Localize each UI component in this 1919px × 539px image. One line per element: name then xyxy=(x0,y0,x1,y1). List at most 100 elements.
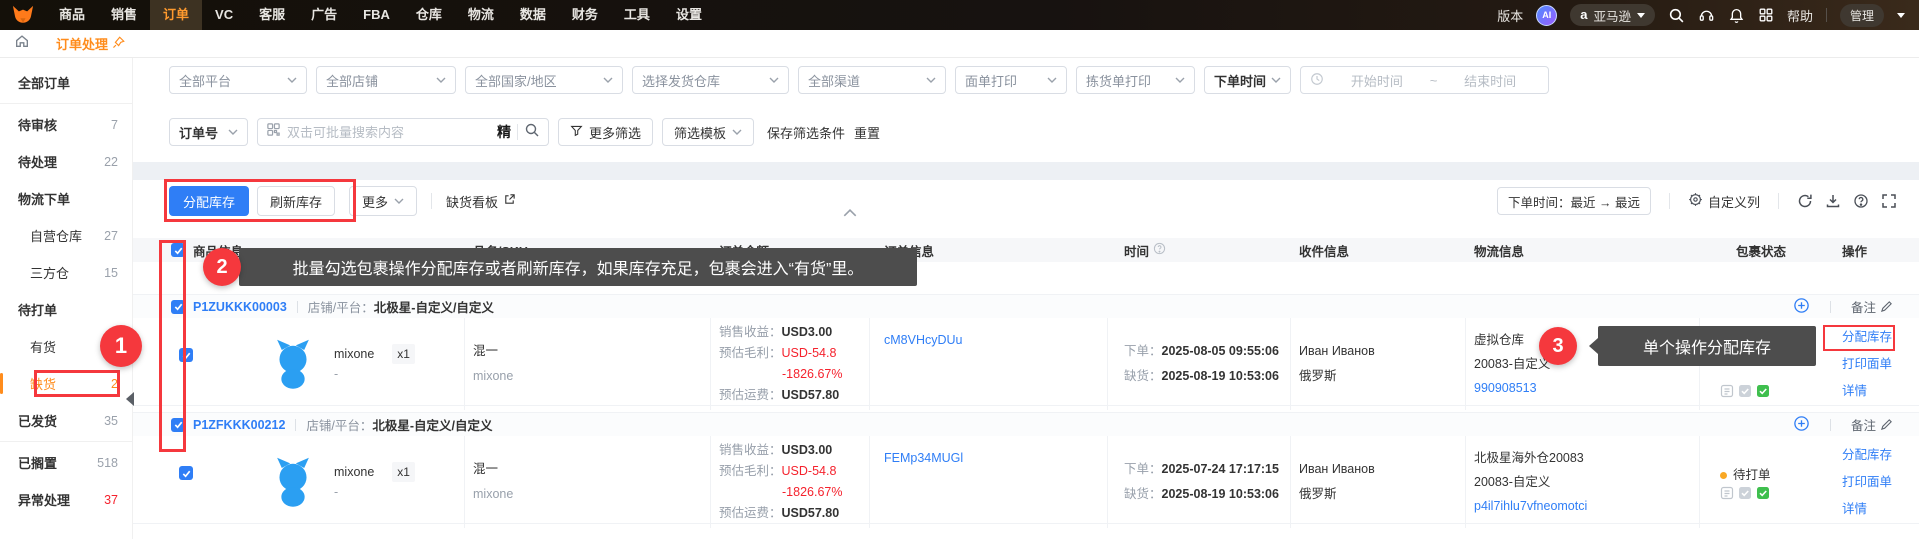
save-filter-button[interactable]: 保存筛选条件 xyxy=(767,123,845,142)
nav-item-products[interactable]: 商品 xyxy=(46,0,98,30)
row-checkbox[interactable] xyxy=(179,466,193,480)
notifications-bell-icon[interactable] xyxy=(1728,7,1745,24)
green-check-icon xyxy=(1757,487,1769,499)
sidebar-item-pending-process[interactable]: 待处理 22 xyxy=(0,143,132,180)
nav-item-vc[interactable]: VC xyxy=(202,0,246,30)
warehouse-select[interactable]: 选择发货仓库 xyxy=(632,66,789,94)
chevron-down-icon[interactable] xyxy=(1897,12,1905,22)
tab-order-processing[interactable]: 订单处理 xyxy=(44,34,137,53)
receiver-name: Иван Иванов xyxy=(1299,462,1375,476)
sort-order-button[interactable]: 下单时间：最近 → 最远 xyxy=(1497,187,1651,215)
row-checkbox[interactable] xyxy=(179,348,193,362)
nav-item-fba[interactable]: FBA xyxy=(350,0,403,30)
export-download-icon[interactable] xyxy=(1825,193,1841,209)
exact-match-toggle[interactable]: 精 xyxy=(497,122,511,142)
note-button[interactable]: 备注 xyxy=(1851,297,1893,316)
question-circle-icon[interactable] xyxy=(1153,242,1166,258)
oos-label: 缺货： xyxy=(1124,369,1162,383)
nav-item-data[interactable]: 数据 xyxy=(507,0,559,30)
filter-template-button[interactable]: 筛选模板 xyxy=(662,118,755,146)
header-time: 时间 xyxy=(1108,241,1291,260)
help-label[interactable]: 帮助 xyxy=(1787,6,1813,25)
tracking-number-link[interactable]: p4il7ihlu7vfneomotci xyxy=(1474,494,1691,518)
nav-item-settings[interactable]: 设置 xyxy=(663,0,715,30)
sidebar-item-on-hold[interactable]: 已搁置 518 xyxy=(0,444,132,481)
help-circle-icon[interactable] xyxy=(1853,193,1869,209)
label-print-select[interactable]: 面单打印 xyxy=(955,66,1067,94)
search-icon[interactable] xyxy=(1668,7,1685,24)
more-filters-button[interactable]: 更多筛选 xyxy=(558,118,654,146)
nav-item-sales[interactable]: 销售 xyxy=(98,0,150,30)
order-number-link[interactable]: cM8VHcyDUu xyxy=(884,328,1099,353)
home-tab[interactable] xyxy=(0,33,44,54)
order-number-link[interactable]: FEMp34MUGl xyxy=(884,446,1099,471)
picklist-print-select[interactable]: 拣货单打印 xyxy=(1076,66,1195,94)
batch-qr-icon[interactable] xyxy=(266,122,281,142)
note-button[interactable]: 备注 xyxy=(1851,415,1893,434)
row-checkbox[interactable] xyxy=(171,299,185,314)
package-id-link[interactable]: P1ZFKKK00212 xyxy=(193,418,285,432)
sidebar-collapse-arrow-icon[interactable] xyxy=(126,392,134,406)
time-type-select[interactable]: 下单时间 xyxy=(1204,66,1291,94)
apps-grid-icon[interactable] xyxy=(1758,7,1774,23)
receiver-cell: Иван Иванов 俄罗斯 xyxy=(1291,436,1466,528)
nav-item-finance[interactable]: 财务 xyxy=(559,0,611,30)
button-label: 更多筛选 xyxy=(589,125,642,141)
print-label-link[interactable]: 打印面单 xyxy=(1842,351,1911,378)
collapse-filters-button[interactable] xyxy=(843,204,857,222)
detail-link[interactable]: 详情 xyxy=(1842,378,1911,405)
sidebar-item-own-warehouse[interactable]: 自营仓库 27 xyxy=(0,217,132,254)
nav-item-orders[interactable]: 订单 xyxy=(150,0,203,30)
package-id-link[interactable]: P1ZUKKK00003 xyxy=(193,300,287,314)
marketplace-selector[interactable]: a 亚马逊 xyxy=(1570,4,1655,26)
refresh-stock-button[interactable]: 刷新库存 xyxy=(257,186,336,216)
sidebar-group-to-print[interactable]: 待打单 xyxy=(0,291,132,328)
custom-columns-button[interactable]: 自定义列 xyxy=(1688,192,1760,211)
order-info-cell: FEMp34MUGl xyxy=(870,436,1108,528)
add-circle-icon[interactable] xyxy=(1793,297,1810,317)
row-checkbox[interactable] xyxy=(171,417,185,432)
nav-item-ads[interactable]: 广告 xyxy=(298,0,350,30)
allocate-stock-link[interactable]: 分配库存 xyxy=(1842,442,1911,469)
print-label-link[interactable]: 打印面单 xyxy=(1842,469,1911,496)
nav-item-warehouse[interactable]: 仓库 xyxy=(403,0,455,30)
search-icon[interactable] xyxy=(524,122,540,143)
sidebar-item-pending-review[interactable]: 待审核 7 xyxy=(0,106,132,143)
search-input[interactable] xyxy=(287,124,491,140)
version-label[interactable]: 版本 xyxy=(1497,6,1523,25)
product-text: mixone x1 - xyxy=(334,462,415,502)
nav-item-tools[interactable]: 工具 xyxy=(611,0,663,30)
account-button[interactable]: 管理 xyxy=(1839,3,1884,27)
platform-select[interactable]: 全部平台 xyxy=(169,66,307,94)
nav-item-service[interactable]: 客服 xyxy=(246,0,298,30)
headset-icon[interactable] xyxy=(1698,7,1715,24)
store-select[interactable]: 全部店铺 xyxy=(316,66,456,94)
pin-icon[interactable] xyxy=(112,35,125,52)
add-circle-icon[interactable] xyxy=(1793,415,1810,435)
count-badge: 7 xyxy=(111,117,118,132)
fullscreen-icon[interactable] xyxy=(1881,193,1897,209)
sidebar-item-shipped[interactable]: 已发货 35 xyxy=(0,402,132,439)
sidebar-item-third-party-warehouse[interactable]: 三方仓 15 xyxy=(0,254,132,291)
tab-label: 订单处理 xyxy=(56,37,109,52)
allocate-stock-link[interactable]: 分配库存 xyxy=(1842,324,1911,351)
allocate-stock-button[interactable]: 分配库存 xyxy=(169,186,250,216)
channel-select[interactable]: 全部渠道 xyxy=(798,66,946,94)
sidebar-item-exceptions[interactable]: 异常处理 37 xyxy=(0,481,132,518)
refresh-icon[interactable] xyxy=(1797,193,1813,209)
order-no-select[interactable]: 订单号 xyxy=(169,118,248,146)
tracking-number-link[interactable]: 990908513 xyxy=(1474,376,1691,400)
select-all-checkbox[interactable] xyxy=(171,243,185,257)
chevron-down-icon xyxy=(603,77,613,83)
date-range-input[interactable]: 开始时间 ~ 结束时间 xyxy=(1300,66,1549,94)
ai-assistant-button[interactable]: AI xyxy=(1536,4,1558,26)
sidebar-item-all-orders[interactable]: 全部订单 xyxy=(0,64,132,101)
oos-dashboard-link[interactable]: 缺货看板 xyxy=(446,192,516,211)
sidebar-group-logistics-order[interactable]: 物流下单 xyxy=(0,180,132,217)
nav-item-logistics[interactable]: 物流 xyxy=(455,0,507,30)
more-actions-button[interactable]: 更多 xyxy=(349,186,418,216)
sidebar-item-out-of-stock[interactable]: 缺货 2 xyxy=(0,365,132,402)
country-select[interactable]: 全部国家/地区 xyxy=(465,66,623,94)
detail-link[interactable]: 详情 xyxy=(1842,496,1911,523)
reset-filter-button[interactable]: 重置 xyxy=(854,123,880,142)
